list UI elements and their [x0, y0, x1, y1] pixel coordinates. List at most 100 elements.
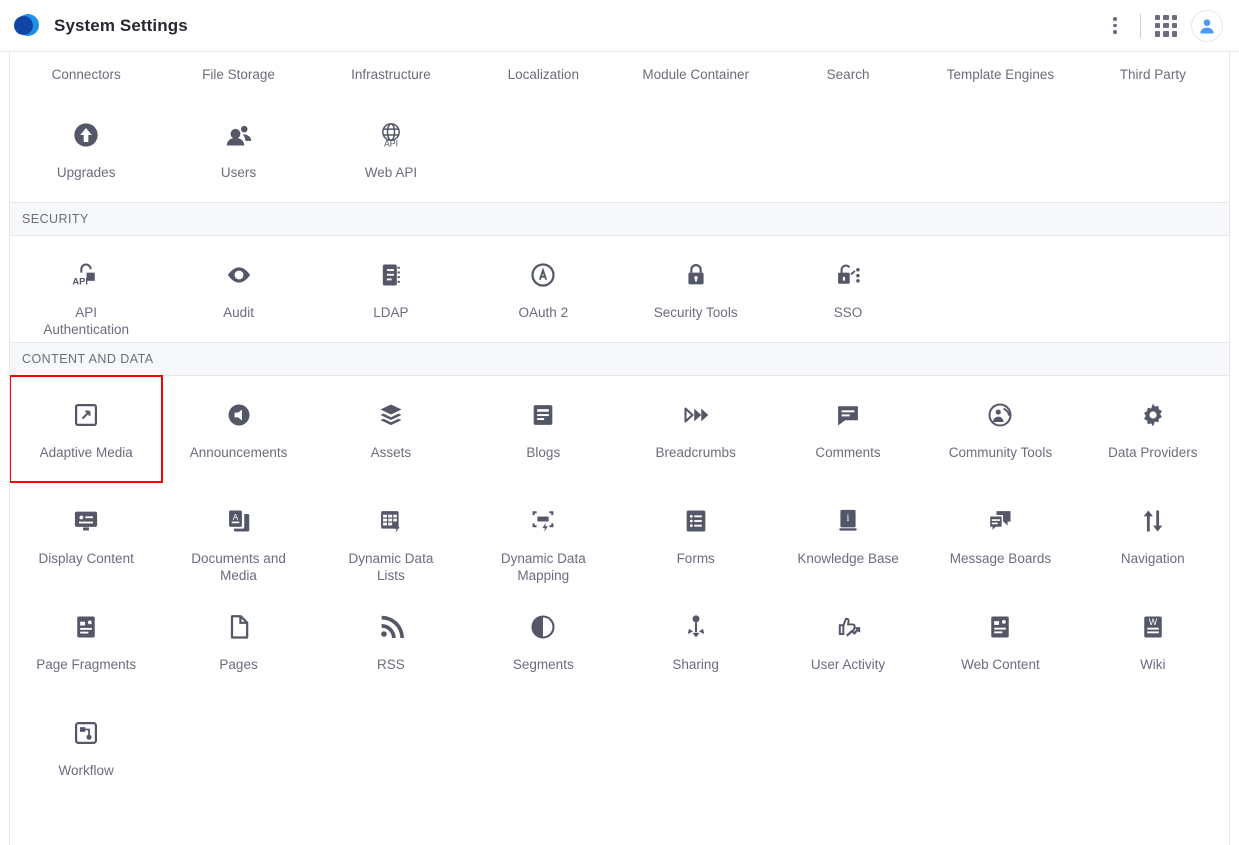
settings-item-upgrades[interactable]: Upgrades [10, 96, 162, 202]
knowledge-book-icon: i [831, 504, 865, 538]
settings-item-sharing[interactable]: Sharing [620, 588, 772, 694]
top-bar: System Settings [0, 0, 1239, 52]
settings-item-label: User Activity [810, 657, 886, 672]
settings-item-web-api[interactable]: API Web API [315, 96, 467, 202]
settings-item-label: OAuth 2 [518, 305, 569, 320]
gear-icon [1136, 398, 1170, 432]
app-grid-icon[interactable] [1155, 14, 1177, 37]
settings-item-message-boards[interactable]: Message Boards [924, 482, 1076, 588]
settings-row: API API Authentication Audit LDAP OAuth 2 Sec… [10, 236, 1229, 342]
settings-item-file-storage[interactable]: File Storage [162, 52, 314, 96]
settings-item-module-container[interactable]: Module Container [620, 52, 772, 96]
workflow-icon [69, 716, 103, 750]
settings-item-wiki[interactable]: W Wiki [1077, 588, 1229, 694]
sso-unlock-dots-icon [831, 258, 865, 292]
settings-item-localization[interactable]: Localization [467, 52, 619, 96]
megaphone-icon [222, 398, 256, 432]
settings-item-web-content[interactable]: Web Content [924, 588, 1076, 694]
comment-bubble-icon [831, 398, 865, 432]
sharing-node-icon [679, 610, 713, 644]
settings-item-rss[interactable]: RSS [315, 588, 467, 694]
settings-item-label: Forms [676, 551, 715, 566]
settings-item-display-content[interactable]: Display Content [10, 482, 162, 588]
settings-item-label: Announcements [189, 445, 288, 460]
settings-item-segments[interactable]: Segments [467, 588, 619, 694]
settings-item-template-engines[interactable]: Template Engines [924, 52, 1076, 96]
settings-panel: Connectors File Storage Infrastructure Loca… [9, 52, 1230, 845]
user-avatar-icon[interactable] [1191, 9, 1223, 42]
settings-item-user-activity[interactable]: User Activity [772, 588, 924, 694]
settings-item-navigation[interactable]: Navigation [1077, 482, 1229, 588]
page-document-icon [222, 610, 256, 644]
settings-item-label: Connectors [51, 66, 121, 82]
settings-item-label: Security Tools [653, 305, 738, 320]
settings-item-third-party[interactable]: Third Party [1077, 52, 1229, 96]
dynamic-data-list-icon [374, 504, 408, 538]
settings-item-adaptive-media[interactable]: Adaptive Media [10, 375, 164, 483]
settings-item-label: Adaptive Media [39, 445, 133, 460]
settings-item-users[interactable]: Users [162, 96, 314, 202]
brand: System Settings [14, 13, 188, 39]
settings-item-forms[interactable]: Forms [620, 482, 772, 588]
settings-item-security-tools[interactable]: Security Tools [620, 236, 772, 342]
display-monitor-icon [69, 504, 103, 538]
top-bar-actions [1104, 9, 1223, 42]
settings-item-label: LDAP [373, 305, 409, 320]
settings-item-label: Workflow [58, 763, 114, 778]
settings-item-label: Users [220, 165, 257, 180]
settings-item-blogs[interactable]: Blogs [467, 376, 619, 482]
settings-item-label: Display Content [38, 551, 134, 566]
svg-text:W: W [1149, 617, 1158, 627]
settings-item-label: Knowledge Base [797, 551, 899, 566]
liferay-logo-icon [14, 13, 40, 39]
settings-item-label: Assets [370, 445, 412, 460]
settings-item-oauth-2[interactable]: OAuth 2 [467, 236, 619, 342]
community-person-icon [983, 398, 1017, 432]
settings-item-label: Sharing [672, 657, 719, 672]
settings-item-documents-and-media[interactable]: A Documents and Media [162, 482, 314, 588]
api-unlock-icon: API [69, 258, 103, 292]
settings-item-workflow[interactable]: Workflow [10, 694, 162, 800]
svg-text:A: A [232, 513, 238, 522]
page-fragment-icon [69, 610, 103, 644]
blog-document-icon [526, 398, 560, 432]
settings-item-comments[interactable]: Comments [772, 376, 924, 482]
settings-item-data-providers[interactable]: Data Providers [1077, 376, 1229, 482]
settings-item-api-authentication[interactable]: API API Authentication [10, 236, 162, 342]
vertical-dots-icon[interactable] [1104, 13, 1126, 39]
settings-item-knowledge-base[interactable]: i Knowledge Base [772, 482, 924, 588]
message-boards-icon [983, 504, 1017, 538]
settings-item-page-fragments[interactable]: Page Fragments [10, 588, 162, 694]
settings-item-infrastructure[interactable]: Infrastructure [315, 52, 467, 96]
settings-item-ldap[interactable]: LDAP [315, 236, 467, 342]
settings-row: Upgrades Users API Web API [10, 96, 1229, 202]
settings-item-label: Upgrades [56, 165, 116, 180]
settings-item-connectors[interactable]: Connectors [10, 52, 162, 96]
forms-list-icon [679, 504, 713, 538]
settings-item-label: Navigation [1120, 551, 1185, 566]
settings-item-search[interactable]: Search [772, 52, 924, 96]
settings-item-audit[interactable]: Audit [162, 236, 314, 342]
breadcrumbs-chevrons-icon [679, 398, 713, 432]
settings-item-label: Dynamic Data Lists [348, 551, 434, 583]
settings-item-label: Dynamic Data Mapping [500, 551, 586, 583]
ldap-book-icon [374, 258, 408, 292]
settings-item-breadcrumbs[interactable]: Breadcrumbs [620, 376, 772, 482]
settings-item-pages[interactable]: Pages [162, 588, 314, 694]
settings-row: Workflow [10, 694, 1229, 800]
settings-item-dynamic-data-lists[interactable]: Dynamic Data Lists [315, 482, 467, 588]
settings-item-label: SSO [833, 305, 863, 320]
settings-item-label: Web Content [961, 657, 1040, 672]
oauth-circle-a-icon [526, 258, 560, 292]
divider [1140, 13, 1141, 38]
settings-item-community-tools[interactable]: Community Tools [924, 376, 1076, 482]
settings-item-announcements[interactable]: Announcements [162, 376, 314, 482]
user-activity-thumb-icon [831, 610, 865, 644]
padlock-icon [679, 258, 713, 292]
svg-text:API: API [384, 139, 398, 149]
settings-item-assets[interactable]: Assets [315, 376, 467, 482]
settings-item-dynamic-data-mapping[interactable]: Dynamic Data Mapping [467, 482, 619, 588]
svg-text:API: API [73, 276, 89, 286]
section-header-content-and-data: CONTENT AND DATA [10, 342, 1229, 376]
settings-item-sso[interactable]: SSO [772, 236, 924, 342]
